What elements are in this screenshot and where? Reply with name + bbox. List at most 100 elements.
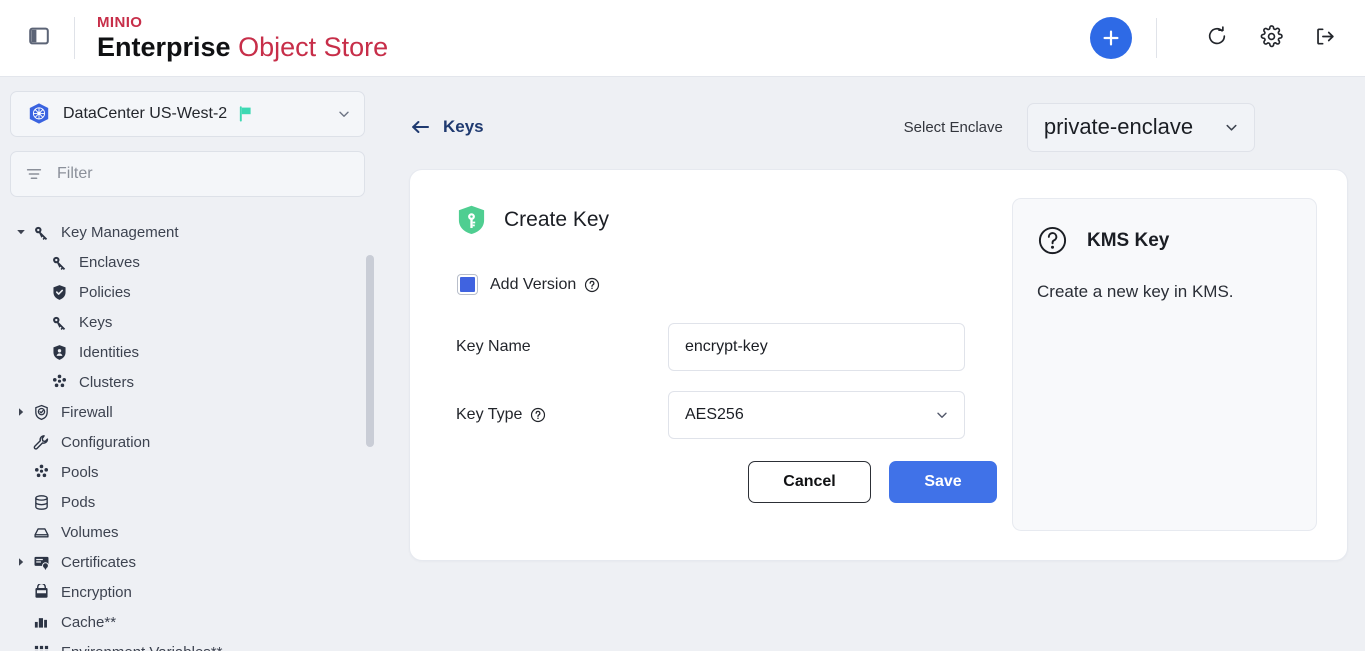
kms-key-info-header: KMS Key [1037,225,1292,256]
sidebar-item-label: Clusters [79,373,135,391]
kms-key-info-title: KMS Key [1087,229,1170,251]
app-body: DataCenter US-West-2 Filter Key Manageme… [0,77,1365,651]
create-key-card: Create Key Add Version Key Name Key Type [409,169,1348,561]
sidebar-item-label: Firewall [61,403,113,421]
sidebar-item-label: Policies [79,283,131,301]
add-version-row: Add Version [456,275,1012,294]
arrow-left-icon [411,119,430,135]
cluster-name-label: DataCenter US-West-2 [63,105,228,122]
add-version-label: Add Version [490,275,577,293]
kms-key-info-body: Create a new key in KMS. [1037,282,1234,301]
key-type-row: Key Type AES256 [456,391,1012,439]
sidebar-item-label: Pools [61,463,99,481]
brand-title: Enterprise Object Store [97,33,388,61]
clusters-icon [48,374,70,391]
help-circle-icon [1037,225,1068,256]
refresh-button[interactable] [1199,20,1235,56]
chevron-down-icon [336,106,352,122]
add-button[interactable] [1090,17,1132,59]
sidebar-nav: Key Management Enclaves Policies Keys Id… [10,217,365,651]
app-header: MINIO Enterprise Object Store [0,0,1365,77]
bar-chart-icon [30,614,52,631]
page-title: Keys [443,117,484,136]
key-icon [48,314,70,331]
chevron-down-icon [1223,119,1240,136]
sidebar-scrollbar-thumb[interactable] [366,255,374,447]
filter-container[interactable] [10,151,365,197]
cluster-selector[interactable]: DataCenter US-West-2 [10,91,365,137]
sidebar-item-pools[interactable]: Pools [14,457,365,487]
sidebar-item-label: Environment Variables** [61,644,222,651]
main-content: Keys Select Enclave private-enclave Crea… [381,77,1365,651]
sidebar-item-clusters[interactable]: Clusters [14,367,365,397]
sidebar-item-label: Key Management [61,223,179,241]
settings-button[interactable] [1253,20,1289,56]
chevron-right-icon[interactable] [14,407,28,417]
add-version-checkbox[interactable] [458,275,477,294]
sidebar-item-label: Pods [61,493,96,511]
sidebar-item-label: Keys [79,313,113,331]
key-icon [48,254,70,271]
header-divider [74,17,75,59]
brand-logo: MINIO Enterprise Object Store [97,13,388,62]
plus-icon [1101,28,1121,48]
search-input[interactable] [57,165,350,183]
sidebar-item-label: Identities [79,343,140,361]
sidebar-item-label: Encryption [61,583,132,601]
panel-toggle-icon [29,26,49,51]
select-enclave-label: Select Enclave [903,118,1003,136]
sidebar-item-pods[interactable]: Pods [14,487,365,517]
panel-toggle-button[interactable] [22,21,56,55]
save-button[interactable]: Save [889,461,997,503]
sidebar-item-volumes[interactable]: Volumes [14,517,365,547]
sidebar-item-environment-variables[interactable]: Environment Variables** [14,637,365,651]
key-type-value: AES256 [685,406,744,423]
key-type-label: Key Type [456,406,668,424]
sidebar-item-certificates[interactable]: Certificates [14,547,365,577]
brand-enterprise: Enterprise [97,32,231,63]
sidebar-item-identities[interactable]: Identities [14,337,365,367]
sidebar-item-cache[interactable]: Cache** [14,607,365,637]
back-to-keys-link[interactable]: Keys [411,117,484,137]
sidebar-item-configuration[interactable]: Configuration [14,427,365,457]
sidebar-item-encryption[interactable]: Encryption [14,577,365,607]
key-type-label-text: Key Type [456,406,523,423]
sidebar-item-key-management[interactable]: Key Management [14,217,365,247]
grid-icon [30,644,52,651]
cancel-button[interactable]: Cancel [748,461,871,503]
sidebar-item-label: Certificates [61,553,137,571]
kms-key-info-panel: KMS Key Create a new key in KMS. [1012,198,1317,531]
sidebar-scrollbar[interactable] [366,85,374,639]
header-action-divider [1156,18,1157,58]
enclave-select[interactable]: private-enclave [1026,102,1255,152]
help-circle-icon[interactable] [584,277,600,293]
chevron-down-icon[interactable] [14,227,28,237]
wrench-icon [30,434,52,451]
key-icon [30,224,52,241]
create-key-header: Create Key [456,204,1012,235]
encryption-icon [30,583,52,601]
flag-icon [237,105,255,123]
sidebar-item-keys[interactable]: Keys [14,307,365,337]
clusters-icon [30,464,52,481]
key-name-input[interactable] [668,323,965,371]
brand-minio-wordmark: MINIO [97,13,143,31]
shield-user-icon [48,344,70,361]
sidebar-item-enclaves[interactable]: Enclaves [14,247,365,277]
help-circle-icon[interactable] [530,407,546,423]
sidebar-item-policies[interactable]: Policies [14,277,365,307]
key-type-select[interactable]: AES256 [668,391,965,439]
database-icon [30,494,52,511]
logout-icon [1314,25,1337,51]
form-actions: Cancel Save [456,461,1012,503]
create-key-form: Create Key Add Version Key Name Key Type [440,198,1012,560]
enclave-select-value: private-enclave [1043,114,1194,139]
sidebar-item-label: Enclaves [79,253,140,271]
refresh-icon [1206,25,1228,51]
shield-check-icon [48,284,70,301]
certificate-icon [30,554,52,571]
sidebar-item-firewall[interactable]: Firewall [14,397,365,427]
logout-button[interactable] [1307,20,1343,56]
chevron-right-icon[interactable] [14,557,28,567]
gear-icon [1260,25,1283,51]
